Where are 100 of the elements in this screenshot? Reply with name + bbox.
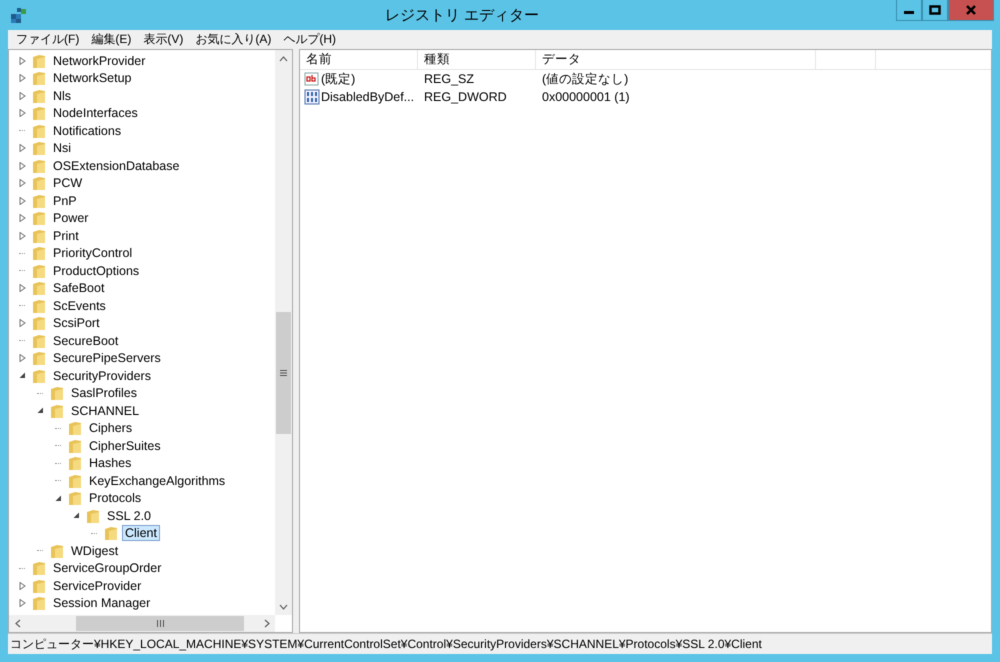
- horizontal-scrollbar[interactable]: [9, 615, 275, 632]
- tree-item[interactable]: NetworkProvider: [50, 52, 148, 69]
- folder-icon: [67, 490, 83, 506]
- tree-item[interactable]: ScEvents: [50, 298, 109, 314]
- tree-item[interactable]: Ciphers: [86, 420, 136, 436]
- folder-icon: [31, 158, 47, 174]
- tree-item[interactable]: WDigest: [68, 542, 122, 559]
- value-data: 0x00000001 (1): [541, 90, 631, 104]
- maximize-button[interactable]: [922, 0, 948, 21]
- tree-item[interactable]: NetworkSetup: [50, 70, 135, 86]
- folder-icon: [31, 595, 47, 612]
- expand-arrow-icon[interactable]: [19, 214, 26, 222]
- tree-item[interactable]: CipherSuites: [86, 438, 164, 454]
- scroll-down-icon[interactable]: [279, 604, 288, 610]
- close-icon: [965, 5, 977, 15]
- column-header[interactable]: 名前: [300, 50, 418, 69]
- grip-icon: [280, 370, 287, 376]
- column-header[interactable]: 種類: [418, 50, 536, 69]
- folder-icon: [31, 262, 47, 279]
- expand-arrow-icon[interactable]: [19, 582, 26, 590]
- folder-icon: [31, 560, 47, 576]
- tree-item[interactable]: Hashes: [86, 455, 134, 472]
- folder-icon: [31, 578, 47, 594]
- close-button[interactable]: [948, 0, 994, 21]
- menu-item[interactable]: 編集(E): [85, 31, 138, 48]
- tree-item[interactable]: SecurePipeServers: [50, 350, 164, 366]
- tree-item[interactable]: SecureBoot: [50, 332, 122, 349]
- collapse-arrow-icon[interactable]: [37, 407, 44, 414]
- folder-icon: [31, 140, 47, 156]
- window-title: レジストリ エディター: [384, 6, 540, 24]
- value-name[interactable]: (既定): [321, 70, 356, 88]
- expand-arrow-icon[interactable]: [19, 179, 26, 188]
- tree-item[interactable]: ScsiPort: [50, 315, 103, 332]
- folder-icon: [31, 298, 47, 314]
- tree-item[interactable]: Protocols: [86, 490, 144, 506]
- folder-icon: [31, 192, 47, 209]
- folder-icon: [49, 402, 65, 419]
- tree-item[interactable]: SaslProfiles: [68, 385, 140, 402]
- tree-item[interactable]: SecurityProviders: [50, 368, 154, 384]
- expand-arrow-icon[interactable]: [19, 319, 26, 328]
- scroll-thumb[interactable]: [76, 616, 244, 631]
- tree-item[interactable]: PnP: [50, 192, 80, 209]
- tree-item[interactable]: SSL 2.0: [104, 508, 154, 524]
- expand-arrow-icon[interactable]: [19, 284, 26, 292]
- expand-arrow-icon[interactable]: [19, 354, 26, 362]
- minimize-button[interactable]: [896, 0, 922, 21]
- binary-value-icon: [304, 89, 320, 105]
- folder-icon: [85, 508, 101, 524]
- menu-item[interactable]: ファイル(F): [10, 31, 86, 48]
- expand-arrow-icon[interactable]: [19, 92, 26, 100]
- tree-item[interactable]: Print: [50, 228, 82, 244]
- tree-item[interactable]: ServiceGroupOrder: [50, 560, 164, 576]
- collapse-arrow-icon[interactable]: [55, 494, 62, 502]
- expand-arrow-icon[interactable]: [19, 56, 26, 65]
- folder-icon: [31, 315, 47, 332]
- status-bar: コンピューター¥HKEY_LOCAL_MACHINE¥SYSTEM¥CurrentControlSet¥Control¥SecurityProviders¥SCHANNEL¥Protocols¥SSL 2.0¥Client: [8, 633, 992, 654]
- menu-item[interactable]: お気に入り(A): [189, 31, 278, 48]
- collapse-arrow-icon[interactable]: [73, 512, 80, 520]
- folder-icon: [31, 175, 47, 192]
- expand-arrow-icon[interactable]: [19, 599, 26, 608]
- expand-arrow-icon[interactable]: [19, 144, 26, 152]
- folder-icon: [31, 122, 47, 139]
- tree-item[interactable]: KeyExchangeAlgorithms: [86, 472, 228, 489]
- folder-icon: [67, 455, 83, 472]
- tree-item[interactable]: Notifications: [50, 122, 124, 139]
- scroll-right-icon[interactable]: [264, 619, 270, 628]
- column-header[interactable]: データ: [536, 50, 816, 69]
- tree-item[interactable]: NodeInterfaces: [50, 105, 141, 122]
- folder-icon: [49, 542, 65, 559]
- expand-arrow-icon[interactable]: [19, 196, 26, 205]
- collapse-arrow-icon[interactable]: [19, 372, 26, 380]
- tree-item[interactable]: Client: [122, 525, 160, 542]
- tree-item[interactable]: Nls: [50, 88, 74, 104]
- scroll-up-icon[interactable]: [279, 56, 288, 62]
- scroll-left-icon[interactable]: [14, 619, 20, 628]
- folder-icon: [31, 52, 47, 69]
- tree-item[interactable]: Power: [50, 210, 92, 226]
- folder-icon: [31, 245, 47, 262]
- tree-item[interactable]: SCHANNEL: [68, 402, 142, 419]
- tree-item[interactable]: SafeBoot: [50, 280, 108, 296]
- maximize-icon: [929, 5, 941, 15]
- tree-item[interactable]: OSExtensionDatabase: [50, 158, 182, 174]
- expand-arrow-icon[interactable]: [19, 109, 26, 118]
- tree-item[interactable]: PCW: [50, 175, 86, 192]
- registry-cubes-icon: [10, 6, 28, 24]
- tree-item[interactable]: ProductOptions: [50, 262, 142, 279]
- tree-item[interactable]: Nsi: [50, 140, 74, 156]
- folder-icon: [49, 385, 65, 402]
- folder-icon: [31, 105, 47, 122]
- scroll-thumb[interactable]: [276, 312, 291, 434]
- tree-item[interactable]: Session Manager: [50, 595, 154, 612]
- value-name[interactable]: DisabledByDef...: [321, 90, 414, 104]
- expand-arrow-icon[interactable]: [19, 162, 26, 170]
- menu-item[interactable]: ヘルプ(H): [277, 31, 342, 48]
- vertical-scrollbar[interactable]: [275, 50, 292, 615]
- tree-item[interactable]: ServiceProvider: [50, 578, 144, 594]
- expand-arrow-icon[interactable]: [19, 74, 26, 82]
- menu-item[interactable]: 表示(V): [137, 31, 190, 48]
- tree-item[interactable]: PriorityControl: [50, 245, 136, 262]
- expand-arrow-icon[interactable]: [19, 232, 26, 240]
